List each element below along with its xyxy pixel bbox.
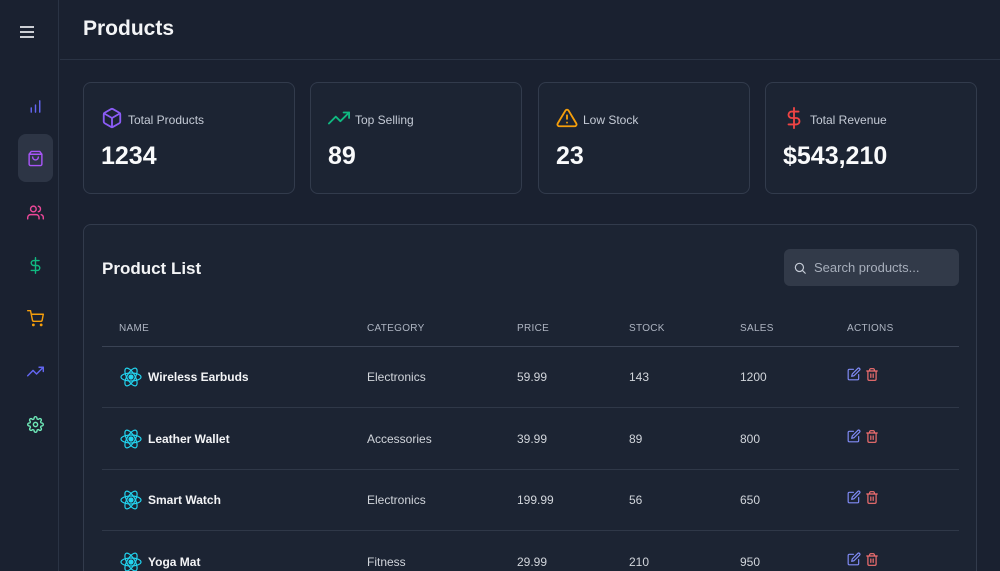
stat-card-low-stock: Low Stock 23 [538,82,750,194]
react-icon [120,429,142,448]
price-cell: 199.99 [517,493,554,507]
react-icon [120,552,142,571]
stat-value: 89 [328,142,356,170]
product-name: Yoga Mat [148,554,201,569]
stock-cell: 56 [629,493,643,507]
page-title: Products [83,17,175,40]
product-name: Smart Watch [148,493,221,507]
category-cell: Accessories [367,431,432,446]
stock-cell: 210 [629,554,650,569]
sidebar-item-users[interactable] [18,188,53,236]
edit-icon[interactable] [847,552,861,566]
stat-value: 1234 [101,142,157,170]
search-input[interactable] [814,260,954,275]
sales-cell: 650 [740,493,761,507]
sidebar-item-overview[interactable] [18,82,53,130]
stat-label: Total Revenue [810,113,887,127]
sidebar-item-analytics[interactable] [18,347,53,395]
trash-icon[interactable] [865,367,879,382]
trending-up-icon [27,366,44,376]
sidebar-item-products[interactable] [18,134,53,182]
table-row[interactable]: Leather Wallet Accessories 39.99 89 800 [102,409,959,470]
shopping-bag-icon [28,150,43,166]
alert-triangle-icon [556,108,578,128]
stat-card-total-products: Total Products 1234 [83,82,295,194]
stat-label: Total Products [128,113,205,127]
column-header-category[interactable]: CATEGORY [367,323,425,334]
stock-cell: 143 [629,370,650,384]
sales-cell: 950 [740,554,761,569]
settings-icon [27,415,44,433]
category-cell: Fitness [367,554,406,569]
table-row[interactable]: Yoga Mat Fitness 29.99 210 950 [102,532,959,571]
stock-cell: 89 [629,431,643,446]
sales-cell: 1200 [740,370,767,384]
dollar-sign-icon [787,107,801,129]
sidebar [0,0,59,571]
table-row[interactable]: Smart Watch Electronics 199.99 56 650 [102,470,959,531]
react-icon [120,367,142,387]
bar-chart-icon [30,99,41,113]
stat-card-total-revenue: Total Revenue $543,210 [765,82,977,194]
column-header-price[interactable]: PRICE [517,323,549,334]
edit-icon[interactable] [847,367,861,381]
sales-cell: 800 [740,431,761,446]
dollar-icon [30,256,41,274]
column-header-stock[interactable]: STOCK [629,323,665,334]
sidebar-item-sales[interactable] [18,241,53,289]
stat-card-top-selling: Top Selling 89 [310,82,522,194]
sidebar-item-settings[interactable] [18,400,53,448]
column-header-actions: ACTIONS [847,323,894,334]
column-header-sales[interactable]: SALES [740,323,774,334]
trash-icon[interactable] [865,490,879,505]
react-icon [120,490,142,510]
product-list-title: Product List [102,259,202,278]
category-cell: Electronics [367,493,426,507]
search-icon [794,262,806,274]
trash-icon[interactable] [865,429,879,444]
edit-icon[interactable] [847,490,861,504]
product-list-panel: Product List NAME CATEGORY PRICE STOCK S… [83,224,977,571]
category-cell: Electronics [367,370,426,384]
users-icon [27,204,44,220]
table-row[interactable]: Wireless Earbuds Electronics 59.99 143 1200 [102,347,959,408]
product-name: Wireless Earbuds [148,370,249,384]
shopping-cart-icon [27,309,44,326]
header: Products [60,0,1000,60]
menu-icon[interactable] [17,22,37,42]
sidebar-item-orders[interactable] [18,294,53,342]
stat-value: 23 [556,142,584,170]
search-box [784,249,959,286]
column-header-name[interactable]: NAME [119,323,149,334]
price-cell: 39.99 [517,431,548,446]
price-cell: 59.99 [517,370,548,384]
trending-up-icon [328,111,350,125]
stat-label: Top Selling [355,113,414,127]
trash-icon[interactable] [865,552,879,567]
stat-label: Low Stock [583,113,639,127]
price-cell: 29.99 [517,554,548,569]
product-name: Leather Wallet [148,431,230,446]
edit-icon[interactable] [847,429,861,443]
stat-value: $543,210 [783,142,888,170]
package-icon [102,107,122,129]
